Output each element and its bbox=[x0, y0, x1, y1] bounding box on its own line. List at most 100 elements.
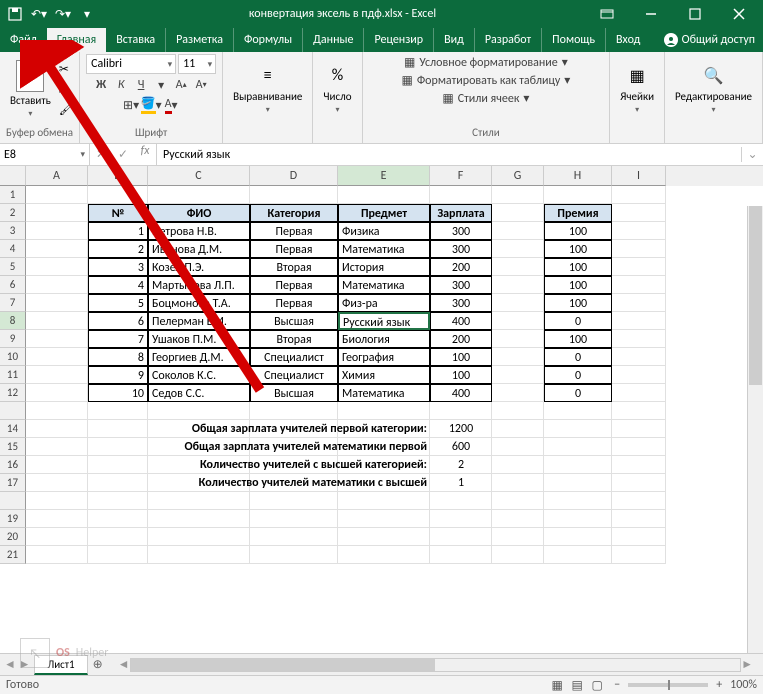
cell-cat-0[interactable]: Первая bbox=[250, 222, 338, 240]
summary-val-2[interactable]: 2 bbox=[430, 456, 492, 474]
cell-bon-1[interactable]: 100 bbox=[544, 240, 612, 258]
row-header-21[interactable]: 21 bbox=[0, 546, 26, 564]
cell-fio-5[interactable]: Пелерман В.И. bbox=[148, 312, 250, 330]
share-button[interactable]: Общий доступ bbox=[656, 28, 763, 52]
borders-icon[interactable]: ⊞▾ bbox=[122, 96, 140, 114]
summary-label-0[interactable]: Общая зарплата учителей первой категории… bbox=[148, 420, 430, 438]
cell-subj-5[interactable]: Русский язык bbox=[338, 312, 430, 330]
select-all-corner[interactable] bbox=[0, 166, 26, 186]
cell-styles-button[interactable]: ▦Стили ячеек ▾ bbox=[440, 90, 531, 107]
tab-help[interactable]: Помощь bbox=[542, 28, 606, 52]
italic-button[interactable]: К bbox=[112, 76, 130, 94]
page-break-icon[interactable]: ▢ bbox=[588, 678, 606, 692]
cell-sal-7[interactable]: 100 bbox=[430, 348, 492, 366]
cell-fio-1[interactable]: Иванова Д.М. bbox=[148, 240, 250, 258]
cell-n-4[interactable]: 5 bbox=[88, 294, 148, 312]
col-header-F[interactable]: F bbox=[430, 166, 492, 186]
cell-subj-1[interactable]: Математика bbox=[338, 240, 430, 258]
cell-subj-9[interactable]: Математика bbox=[338, 384, 430, 402]
cell-subj-7[interactable]: География bbox=[338, 348, 430, 366]
enter-formula-icon[interactable]: ✓ bbox=[112, 144, 134, 166]
row-header-11[interactable]: 11 bbox=[0, 366, 26, 384]
underline-button[interactable]: Ч bbox=[132, 76, 150, 94]
cell-n-5[interactable]: 6 bbox=[88, 312, 148, 330]
row-header-17[interactable]: 17 bbox=[0, 474, 26, 492]
row-header-9[interactable]: 9 bbox=[0, 330, 26, 348]
cell-bon-8[interactable]: 0 bbox=[544, 366, 612, 384]
header-h[interactable]: Премия bbox=[544, 204, 612, 222]
decrease-font-icon[interactable]: A▾ bbox=[192, 76, 210, 94]
row-header-blank-12[interactable] bbox=[0, 402, 26, 420]
row-header-8[interactable]: 8 bbox=[0, 312, 26, 330]
col-header-C[interactable]: C bbox=[148, 166, 250, 186]
header-b[interactable]: № bbox=[88, 204, 148, 222]
tab-view[interactable]: Вид bbox=[434, 28, 475, 52]
cell-cat-4[interactable]: Первая bbox=[250, 294, 338, 312]
summary-val-0[interactable]: 1200 bbox=[430, 420, 492, 438]
row-header-5[interactable]: 5 bbox=[0, 258, 26, 276]
page-layout-icon[interactable]: ▤ bbox=[568, 678, 586, 692]
tab-login[interactable]: Вход bbox=[606, 28, 650, 52]
copy-icon[interactable]: ⎘ bbox=[59, 83, 73, 97]
zoom-slider[interactable] bbox=[628, 683, 708, 687]
fx-icon[interactable]: fx bbox=[134, 144, 156, 166]
col-header-G[interactable]: G bbox=[492, 166, 544, 186]
cell-subj-8[interactable]: Химия bbox=[338, 366, 430, 384]
cell-bon-4[interactable]: 100 bbox=[544, 294, 612, 312]
summary-label-1[interactable]: Общая зарплата учителей математики перво… bbox=[148, 438, 430, 456]
col-header-E[interactable]: E bbox=[338, 166, 430, 186]
save-icon[interactable] bbox=[4, 3, 26, 25]
cell-cat-8[interactable]: Специалист bbox=[250, 366, 338, 384]
cell-cat-2[interactable]: Вторая bbox=[250, 258, 338, 276]
name-box[interactable]: E8 bbox=[0, 144, 90, 165]
cell-fio-6[interactable]: Ушаков П.М. bbox=[148, 330, 250, 348]
maximize-icon[interactable] bbox=[675, 1, 715, 27]
qat-customize-icon[interactable]: ▾ bbox=[76, 3, 98, 25]
cell-n-2[interactable]: 3 bbox=[88, 258, 148, 276]
minimize-icon[interactable] bbox=[631, 1, 671, 27]
cell-bon-0[interactable]: 100 bbox=[544, 222, 612, 240]
cell-sal-1[interactable]: 300 bbox=[430, 240, 492, 258]
col-header-I[interactable]: I bbox=[612, 166, 666, 186]
row-header-15[interactable]: 15 bbox=[0, 438, 26, 456]
cell-subj-3[interactable]: Математика bbox=[338, 276, 430, 294]
cell-fio-2[interactable]: Козел П.Э. bbox=[148, 258, 250, 276]
col-header-A[interactable]: A bbox=[26, 166, 88, 186]
row-header-4[interactable]: 4 bbox=[0, 240, 26, 258]
row-header-19[interactable]: 19 bbox=[0, 510, 26, 528]
row-header-blank-17[interactable] bbox=[0, 492, 26, 510]
number-button[interactable]: % Число ▾ bbox=[319, 62, 355, 117]
cell-subj-6[interactable]: Биология bbox=[338, 330, 430, 348]
cell-fio-7[interactable]: Георгиев Д.М. bbox=[148, 348, 250, 366]
bold-button[interactable]: Ж bbox=[92, 76, 110, 94]
cells-area[interactable]: №ФИОКатегорияПредметЗарплатаПремия1Петро… bbox=[26, 186, 763, 653]
cell-n-1[interactable]: 2 bbox=[88, 240, 148, 258]
cell-sal-9[interactable]: 400 bbox=[430, 384, 492, 402]
cancel-formula-icon[interactable]: ✕ bbox=[90, 144, 112, 166]
tab-layout[interactable]: Разметка bbox=[166, 28, 234, 52]
cell-sal-4[interactable]: 300 bbox=[430, 294, 492, 312]
cell-subj-0[interactable]: Физика bbox=[338, 222, 430, 240]
cell-sal-8[interactable]: 100 bbox=[430, 366, 492, 384]
row-header-6[interactable]: 6 bbox=[0, 276, 26, 294]
cell-bon-6[interactable]: 100 bbox=[544, 330, 612, 348]
vscroll-thumb[interactable] bbox=[749, 206, 762, 385]
zoom-out-icon[interactable]: − bbox=[614, 678, 620, 692]
cell-sal-0[interactable]: 300 bbox=[430, 222, 492, 240]
cell-n-3[interactable]: 4 bbox=[88, 276, 148, 294]
cell-cat-9[interactable]: Высшая bbox=[250, 384, 338, 402]
hscroll-thumb[interactable] bbox=[131, 659, 436, 671]
header-e[interactable]: Предмет bbox=[338, 204, 430, 222]
vertical-scrollbar[interactable] bbox=[747, 206, 763, 653]
cell-n-9[interactable]: 10 bbox=[88, 384, 148, 402]
font-color-icon[interactable]: A▾ bbox=[162, 96, 180, 114]
border-button[interactable]: ▾ bbox=[152, 76, 170, 94]
row-header-1[interactable]: 1 bbox=[0, 186, 26, 204]
undo-icon[interactable]: ↶▾ bbox=[28, 3, 50, 25]
format-painter-icon[interactable]: 🖌 bbox=[59, 103, 73, 116]
close-icon[interactable] bbox=[719, 1, 759, 27]
cell-n-0[interactable]: 1 bbox=[88, 222, 148, 240]
summary-label-2[interactable]: Количество учителей с высшей категорией: bbox=[148, 456, 430, 474]
cell-fio-9[interactable]: Седов С.С. bbox=[148, 384, 250, 402]
ribbon-options-icon[interactable] bbox=[587, 1, 627, 27]
